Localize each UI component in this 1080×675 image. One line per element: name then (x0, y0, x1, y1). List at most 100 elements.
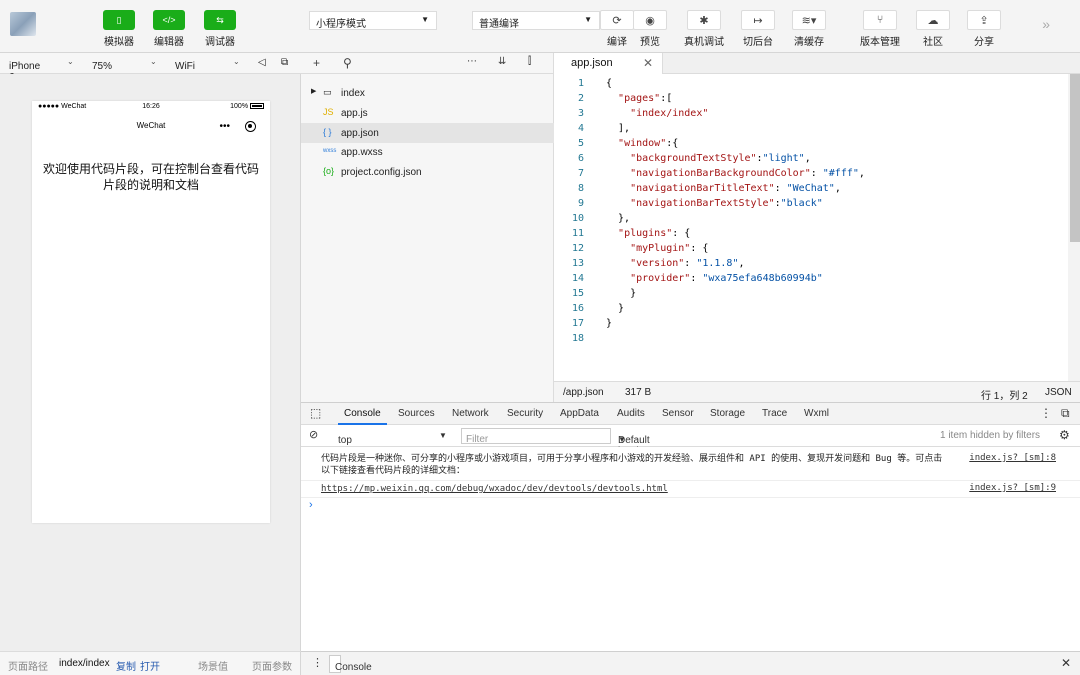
tab-security[interactable]: Security (507, 408, 543, 419)
scene-button[interactable]: 场景值 (198, 658, 228, 673)
line-number: 10 (571, 213, 584, 224)
sound-icon[interactable]: ◁ (258, 57, 266, 68)
message-source-link[interactable]: index.js? [sm]:8 (969, 453, 1056, 463)
capsule-close-icon[interactable] (245, 121, 256, 132)
code-line: { (606, 78, 613, 89)
line-number: 14 (571, 273, 584, 284)
tab-sources[interactable]: Sources (398, 408, 435, 419)
split-icon[interactable]: ⫿ (528, 56, 531, 67)
compile-select[interactable]: 普通编译 ▼ (472, 11, 600, 30)
message-source-link[interactable]: index.js? [sm]:9 (969, 483, 1056, 493)
mode-select[interactable]: 小程序模式 ▼ (309, 11, 437, 30)
simulator-footer: 页面路径 index/index 复制 打开 场景值 页面参数 (0, 651, 301, 675)
battery-icon (250, 103, 264, 110)
tree-item-app-json[interactable]: { } app.json (301, 123, 554, 143)
tree-item-label: app.wxss (341, 147, 383, 158)
doc-link[interactable]: https://mp.weixin.qq.com/debug/wxadoc/de… (321, 483, 668, 495)
search-icon[interactable]: ⚲ (343, 56, 352, 70)
background-button[interactable]: ↦ 切后台 (741, 10, 775, 48)
divider (301, 497, 1080, 498)
tree-item-project-config[interactable]: {o} project.config.json (301, 162, 554, 182)
phone-screen[interactable]: ●●●●● WeChat 16:26 100% WeChat ••• 欢迎使用代… (32, 101, 270, 523)
compile-label: 编译 (607, 37, 627, 48)
community-label: 社区 (923, 37, 943, 48)
gear-icon[interactable]: ⚙ (1059, 428, 1070, 442)
kebab-menu-icon[interactable]: ⋮ (1040, 406, 1052, 420)
tab-audits[interactable]: Audits (617, 408, 645, 419)
window-icon[interactable]: ⧉ (281, 57, 288, 68)
debugger-label: 调试器 (205, 37, 235, 48)
kebab-menu-icon[interactable]: ⋮ (312, 656, 323, 669)
community-button[interactable]: ☁ 社区 (916, 10, 950, 48)
top-toolbar: ▯ 模拟器 </> 编辑器 ⇆ 调试器 小程序模式 ▼ 普通编译 ▼ ⟳ 编译 … (0, 0, 1080, 53)
preview-label: 预览 (640, 37, 660, 48)
status-language[interactable]: JSON (1045, 387, 1072, 398)
clear-cache-button[interactable]: ≋▾ 清缓存 (792, 10, 826, 48)
more-icon[interactable]: ⋯ (467, 56, 477, 67)
code-line: "navigationBarTitleText": "WeChat", (630, 183, 841, 194)
code-icon: </> (153, 10, 185, 30)
tree-item-app-js[interactable]: JS app.js (301, 103, 554, 123)
tab-wxml[interactable]: Wxml (804, 408, 829, 419)
refresh-icon: ⟳ (600, 10, 634, 30)
tree-item-label: index (341, 88, 365, 99)
tab-network[interactable]: Network (452, 408, 489, 419)
tab-appdata[interactable]: AppData (560, 408, 599, 419)
drawer-tab-label: Console (335, 662, 372, 673)
tab-app-json[interactable]: app.json ✕ (554, 53, 663, 74)
line-number: 12 (571, 243, 584, 254)
phone-nav-bar: WeChat ••• (32, 121, 270, 135)
editor-button[interactable]: </> 编辑器 (148, 10, 190, 48)
phone-icon: ▯ (103, 10, 135, 30)
chevron-down-icon: ⌄ (150, 57, 157, 66)
share-button[interactable]: ⇪ 分享 (967, 10, 1001, 48)
drawer-tab-console[interactable]: Console (329, 655, 372, 673)
tab-trace[interactable]: Trace (762, 408, 787, 419)
preview-button[interactable]: ◉ 预览 (633, 10, 667, 48)
close-icon[interactable]: ✕ (643, 56, 653, 70)
folder-icon: ▭ (323, 87, 332, 97)
simulator-button[interactable]: ▯ 模拟器 (98, 10, 140, 48)
chevron-double-right-icon[interactable]: » (1042, 16, 1050, 32)
line-number: 8 (577, 183, 584, 194)
line-number: 3 (577, 108, 584, 119)
debugger-button[interactable]: ⇆ 调试器 (199, 10, 241, 48)
switch-out-icon: ↦ (741, 10, 775, 30)
chevron-down-icon: ⌄ (67, 57, 74, 66)
open-link[interactable]: 打开 (140, 658, 160, 673)
tree-item-app-wxss[interactable]: wxss app.wxss (301, 142, 554, 162)
compile-button[interactable]: ⟳ 编译 (600, 10, 634, 48)
copy-link[interactable]: 复制 (116, 658, 136, 673)
status-path: /app.json (563, 387, 604, 398)
editor-scrollbar[interactable] (1068, 74, 1080, 381)
add-icon[interactable]: + (313, 56, 320, 70)
tree-item-index[interactable]: ▶ ▭ index (301, 83, 554, 103)
cloud-upload-icon: ⇪ (967, 10, 1001, 30)
status-cursor[interactable]: 行 1，列 2 (981, 387, 1028, 402)
code-line: "backgroundTextStyle":"light", (630, 153, 811, 164)
wxss-file-icon: wxss (323, 148, 337, 154)
close-icon[interactable]: ✕ (1061, 656, 1071, 670)
page-params-button[interactable]: 页面参数 (252, 658, 292, 673)
json-file-icon: { } (323, 127, 332, 137)
nav-title: WeChat (136, 121, 166, 130)
dock-icon[interactable]: ⧉ (1061, 406, 1070, 421)
scrollbar-thumb[interactable] (1070, 74, 1080, 242)
caret-down-icon: ▼ (439, 431, 447, 440)
tree-item-label: project.config.json (341, 167, 422, 178)
tab-sensor[interactable]: Sensor (662, 408, 694, 419)
filter-input[interactable]: Filter (461, 428, 611, 445)
avatar[interactable] (10, 12, 36, 36)
compile-select-value: 普通编译 (479, 19, 519, 30)
clear-console-icon[interactable]: ⊘ (309, 428, 318, 441)
inspect-icon[interactable]: ⬚ (310, 406, 321, 420)
message-text: 以下链接查看代码片段的详细文档： (321, 466, 466, 476)
remote-debug-button[interactable]: ✱ 真机调试 (684, 10, 724, 48)
version-button[interactable]: ⑂ 版本管理 (860, 10, 900, 48)
more-dots-icon[interactable]: ••• (219, 121, 230, 132)
collapse-icon[interactable]: ⇊ (498, 56, 506, 67)
console-prompt-icon[interactable]: › (309, 499, 313, 511)
tab-console[interactable]: Console (338, 408, 387, 425)
tab-storage[interactable]: Storage (710, 408, 745, 419)
code-editor[interactable]: 1 2 3 4 5 6 7 8 9 10 11 12 13 14 15 16 1… (554, 74, 1080, 381)
